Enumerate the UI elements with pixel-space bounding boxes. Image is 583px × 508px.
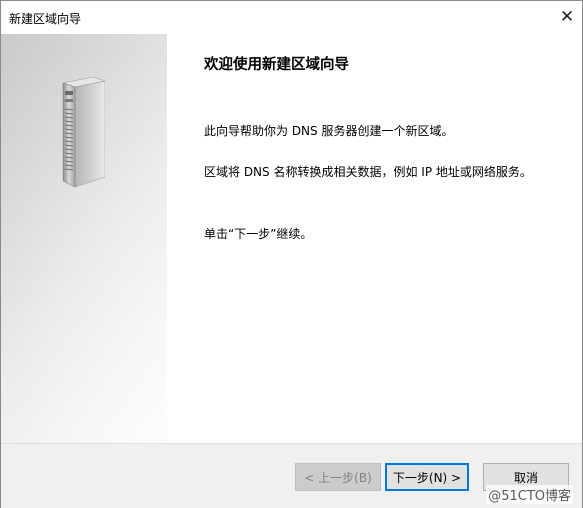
wizard-window: 新建区域向导 ✕ 欢迎使用新建区域向导 此向导帮助你为 DNS 服务器创建一个新… xyxy=(0,0,583,508)
watermark: @51CTO博客 xyxy=(486,485,573,504)
back-button[interactable]: < 上一步(B) xyxy=(295,463,381,491)
wizard-sidebar xyxy=(1,34,167,443)
instruction-text: 单击“下一步”继续。 xyxy=(204,227,313,241)
next-button[interactable]: 下一步(N) > xyxy=(385,463,469,491)
description-text: 区域将 DNS 名称转换成相关数据，例如 IP 地址或网络服务。 xyxy=(204,165,532,179)
window-title: 新建区域向导 xyxy=(9,12,82,26)
wizard-content: 欢迎使用新建区域向导 此向导帮助你为 DNS 服务器创建一个新区域。 区域将 D… xyxy=(167,34,582,443)
server-icon xyxy=(62,77,105,188)
title-bar: 新建区域向导 ✕ xyxy=(1,1,582,33)
intro-text: 此向导帮助你为 DNS 服务器创建一个新区域。 xyxy=(204,124,454,138)
close-icon[interactable]: ✕ xyxy=(552,1,582,33)
page-title: 欢迎使用新建区域向导 xyxy=(204,57,349,73)
